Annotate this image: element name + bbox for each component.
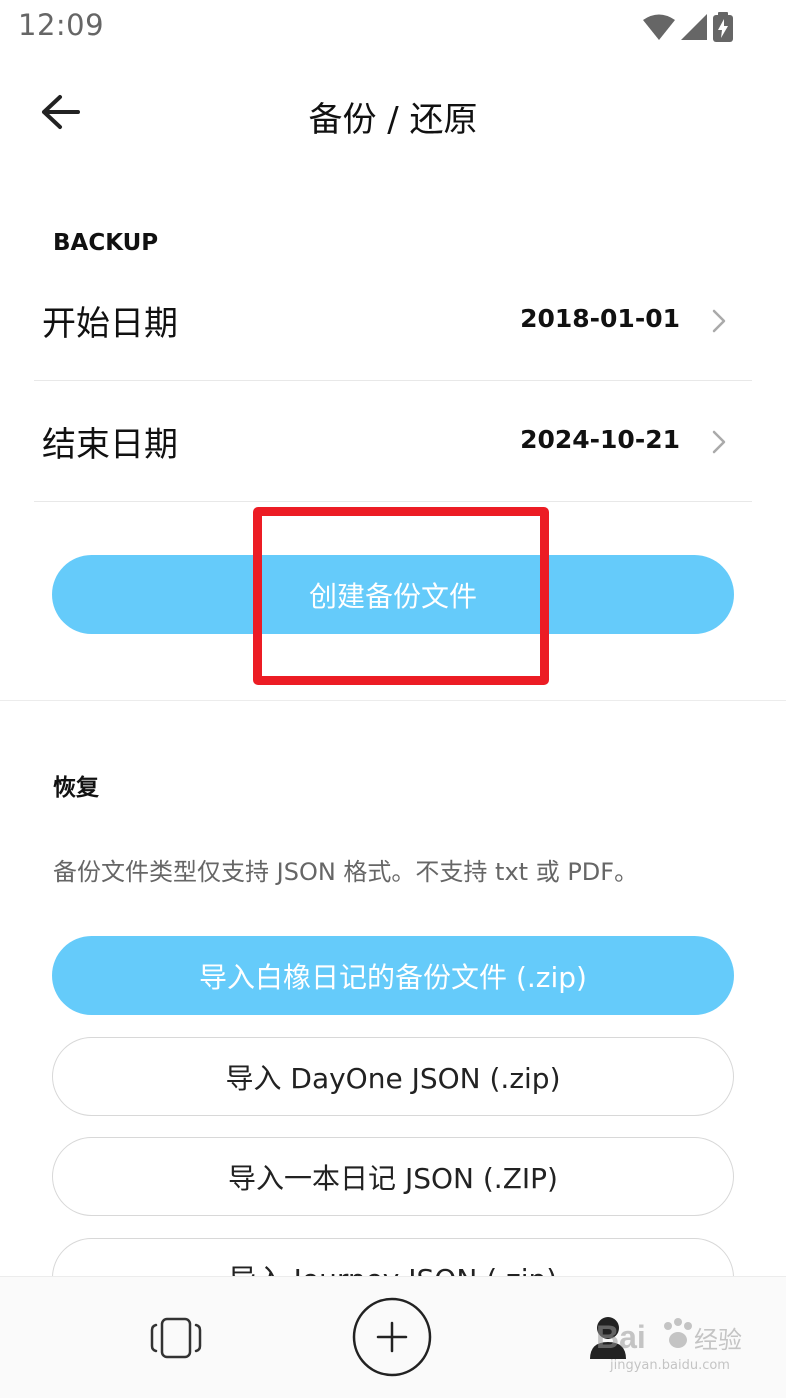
- status-icons: [642, 12, 734, 42]
- page-title: 备份 / 还原: [308, 100, 478, 140]
- start-date-row[interactable]: 开始日期 2018-01-01: [34, 260, 752, 381]
- status-time: 12:09: [18, 8, 105, 42]
- nav-add-button[interactable]: [352, 1297, 432, 1377]
- import-backup-zip-button[interactable]: 导入白橡日记的备份文件 (.zip): [52, 936, 734, 1015]
- chevron-right-icon: [712, 430, 726, 454]
- import-journey-button[interactable]: 导入 Journey JSON (.zip): [52, 1238, 734, 1276]
- bottom-nav: [0, 1276, 786, 1398]
- cards-icon: [150, 1317, 202, 1359]
- create-backup-button[interactable]: 创建备份文件: [52, 555, 734, 634]
- add-icon: [352, 1297, 432, 1377]
- backup-section-label: BACKUP: [53, 230, 159, 256]
- start-date-value: 2018-01-01: [520, 304, 680, 333]
- battery-charging-icon: [713, 12, 733, 42]
- end-date-row[interactable]: 结束日期 2024-10-21: [34, 381, 752, 502]
- import-yiben-button[interactable]: 导入一本日记 JSON (.ZIP): [52, 1137, 734, 1216]
- wifi-icon: [643, 14, 675, 40]
- end-date-value: 2024-10-21: [520, 425, 680, 454]
- nav-profile-button[interactable]: [580, 1307, 636, 1367]
- section-divider: [0, 700, 786, 701]
- start-date-label: 开始日期: [42, 304, 178, 344]
- end-date-label: 结束日期: [42, 425, 178, 465]
- app-bar: 备份 / 还原: [0, 60, 786, 170]
- restore-section-label: 恢复: [53, 775, 99, 801]
- profile-icon: [590, 1317, 626, 1359]
- import-dayone-button[interactable]: 导入 DayOne JSON (.zip): [52, 1037, 734, 1116]
- nav-cards-button[interactable]: [140, 1305, 212, 1371]
- scroll-clip: 导入 Journey JSON (.zip): [0, 1230, 786, 1276]
- restore-help-text: 备份文件类型仅支持 JSON 格式。不支持 txt 或 PDF。: [53, 858, 639, 886]
- status-bar: 12:09: [0, 0, 786, 56]
- cellular-signal-icon: [681, 14, 707, 40]
- chevron-right-icon: [712, 309, 726, 333]
